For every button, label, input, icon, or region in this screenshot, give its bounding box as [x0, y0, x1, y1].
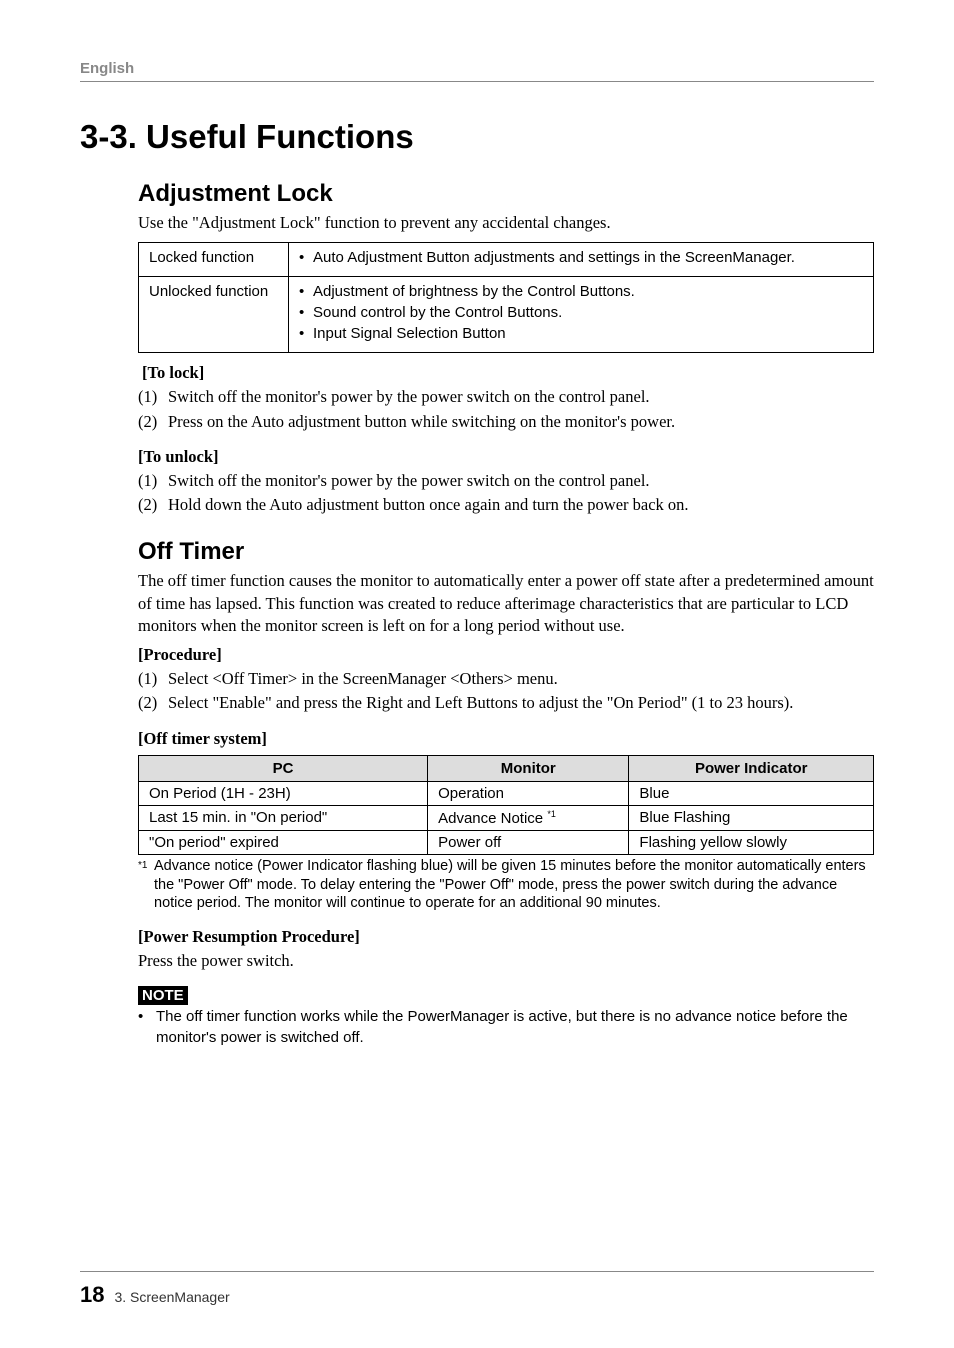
footer-rule [80, 1271, 874, 1272]
to-unlock-label: [To unlock] [138, 447, 874, 467]
procedure-label: [Procedure] [138, 645, 874, 665]
lock-step: Press on the Auto adjustment button whil… [168, 411, 675, 433]
col-power-indicator: Power Indicator [629, 755, 874, 781]
bullet-icon: • [299, 283, 313, 300]
step-number: (2) [138, 692, 168, 714]
step-number: (1) [138, 386, 168, 408]
header-language: English [80, 60, 874, 77]
bullet-icon: • [299, 304, 313, 321]
table-row: Locked function •Auto Adjustment Button … [139, 243, 874, 277]
procedure-step: Select <Off Timer> in the ScreenManager … [168, 668, 558, 690]
lock-functions-table: Locked function •Auto Adjustment Button … [138, 242, 874, 353]
adjustment-lock-lead: Use the "Adjustment Lock" function to pr… [138, 212, 874, 234]
col-monitor: Monitor [428, 755, 629, 781]
cell: Blue [629, 781, 874, 805]
page-number: 18 [80, 1282, 104, 1307]
unlocked-function-cell: •Adjustment of brightness by the Control… [289, 277, 874, 353]
table-row: Unlocked function •Adjustment of brightn… [139, 277, 874, 353]
table-row: PC Monitor Power Indicator [139, 755, 874, 781]
unlocked-function-item: Adjustment of brightness by the Control … [313, 283, 635, 300]
cell: Last 15 min. in "On period" [139, 805, 428, 830]
bullet-icon: • [138, 1007, 156, 1048]
table-row: "On period" expired Power off Flashing y… [139, 830, 874, 854]
footnote-mark-icon: *1 [138, 857, 154, 914]
cell: Advance Notice *1 [428, 805, 629, 830]
step-number: (2) [138, 494, 168, 516]
locked-function-label: Locked function [139, 243, 289, 277]
table-row: On Period (1H - 23H) Operation Blue [139, 781, 874, 805]
unlocked-function-item: Input Signal Selection Button [313, 325, 506, 342]
unlocked-function-label: Unlocked function [139, 277, 289, 353]
cell: "On period" expired [139, 830, 428, 854]
bullet-icon: • [299, 325, 313, 342]
page-title: 3-3. Useful Functions [80, 118, 874, 156]
note-text: The off timer function works while the P… [156, 1007, 874, 1048]
step-number: (1) [138, 470, 168, 492]
to-lock-label: [To lock] [142, 363, 874, 383]
cell: Operation [428, 781, 629, 805]
unlock-step: Switch off the monitor's power by the po… [168, 470, 650, 492]
header-rule [80, 81, 874, 82]
unlocked-function-item: Sound control by the Control Buttons. [313, 304, 562, 321]
col-pc: PC [139, 755, 428, 781]
unlock-step: Hold down the Auto adjustment button onc… [168, 494, 689, 516]
page-footer: 18 3. ScreenManager [80, 1271, 874, 1308]
cell: On Period (1H - 23H) [139, 781, 428, 805]
cell: Flashing yellow slowly [629, 830, 874, 854]
bullet-icon: • [299, 249, 313, 266]
power-resumption-text: Press the power switch. [138, 950, 874, 972]
adjustment-lock-heading: Adjustment Lock [138, 180, 874, 208]
procedure-step: Select "Enable" and press the Right and … [168, 692, 793, 714]
power-resumption-label: [Power Resumption Procedure] [138, 927, 874, 947]
step-number: (2) [138, 411, 168, 433]
footnote: *1 Advance notice (Power Indicator flash… [138, 857, 874, 914]
cell: Power off [428, 830, 629, 854]
note-badge: NOTE [138, 986, 188, 1005]
table-row: Last 15 min. in "On period" Advance Noti… [139, 805, 874, 830]
footnote-text: Advance notice (Power Indicator flashing… [154, 857, 874, 914]
lock-step: Switch off the monitor's power by the po… [168, 386, 650, 408]
locked-function-item: Auto Adjustment Button adjustments and s… [313, 249, 795, 266]
off-timer-lead: The off timer function causes the monito… [138, 570, 874, 637]
footnote-mark-icon: *1 [547, 809, 556, 819]
cell: Blue Flashing [629, 805, 874, 830]
off-timer-system-label: [Off timer system] [138, 729, 874, 749]
step-number: (1) [138, 668, 168, 690]
off-timer-heading: Off Timer [138, 538, 874, 566]
off-timer-table: PC Monitor Power Indicator On Period (1H… [138, 755, 874, 855]
locked-function-cell: •Auto Adjustment Button adjustments and … [289, 243, 874, 277]
chapter-label: 3. ScreenManager [114, 1289, 229, 1305]
